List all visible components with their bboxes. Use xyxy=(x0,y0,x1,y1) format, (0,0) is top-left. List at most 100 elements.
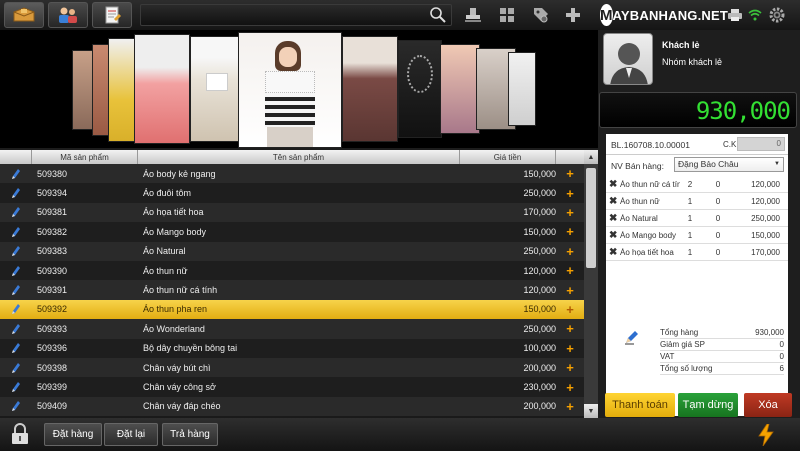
remove-item-icon[interactable]: ✖ xyxy=(606,247,620,258)
search-icon[interactable] xyxy=(429,6,447,24)
quick-action-button[interactable] xyxy=(758,423,774,448)
add-to-order-button[interactable]: + xyxy=(556,166,584,181)
header-code[interactable]: Mã sản phẩm xyxy=(32,150,138,164)
add-to-order-button[interactable]: + xyxy=(556,360,584,375)
product-image-carousel[interactable] xyxy=(0,30,598,148)
table-row[interactable]: 509381 Áo họa tiết hoa 170,000 + xyxy=(0,202,584,223)
order-item-qty[interactable]: 1 xyxy=(680,197,700,206)
table-row[interactable]: 509399 Chân váy công sở 230,000 + xyxy=(0,377,584,397)
edit-product-button[interactable] xyxy=(0,226,32,238)
delete-button[interactable]: Xóa xyxy=(744,393,792,417)
return-button[interactable]: Trả hàng xyxy=(162,423,218,446)
edit-product-button[interactable] xyxy=(0,284,32,296)
add-to-order-button[interactable]: + xyxy=(556,244,584,259)
order-item-qty[interactable]: 1 xyxy=(680,248,700,257)
order-item[interactable]: ✖ Áo Natural 1 0 250,000 xyxy=(606,210,788,227)
edit-product-button[interactable] xyxy=(0,303,32,315)
edit-product-button[interactable] xyxy=(0,400,32,412)
product-photo[interactable] xyxy=(440,44,480,134)
table-row[interactable]: 509394 Áo đuôi tôm 250,000 + xyxy=(0,183,584,203)
table-row[interactable]: 509409 Chân váy đáp chéo 200,000 + xyxy=(0,396,584,417)
edit-product-button[interactable] xyxy=(0,245,32,257)
table-row[interactable]: 509396 Bộ dây chuyền bông tai 100,000 + xyxy=(0,338,584,358)
remove-item-icon[interactable]: ✖ xyxy=(606,213,620,224)
order-item-discount[interactable]: 0 xyxy=(700,197,736,206)
product-photo[interactable] xyxy=(398,40,442,138)
orders-tab[interactable] xyxy=(92,2,132,28)
order-item-discount[interactable]: 0 xyxy=(700,231,736,240)
add-to-order-button[interactable]: + xyxy=(556,186,584,201)
add-to-order-button[interactable]: + xyxy=(556,263,584,278)
discount-input[interactable]: 0 xyxy=(737,137,785,151)
stamp-button[interactable] xyxy=(462,4,484,26)
table-row[interactable]: 509382 Áo Mango body 150,000 + xyxy=(0,222,584,242)
order-item-qty[interactable]: 1 xyxy=(680,214,700,223)
table-row[interactable]: 509393 Áo Wonderland 250,000 + xyxy=(0,319,584,339)
add-to-order-button[interactable]: + xyxy=(556,302,584,317)
product-photo[interactable] xyxy=(508,52,536,126)
order-item[interactable]: ✖ Áo Mango body 1 0 150,000 xyxy=(606,227,788,244)
product-photo[interactable] xyxy=(134,34,190,144)
pause-button[interactable]: Tạm dừng xyxy=(678,393,738,417)
order-item-discount[interactable]: 0 xyxy=(700,180,736,189)
customers-tab[interactable] xyxy=(48,2,88,28)
staff-select[interactable]: Đặng Bảo Châu ▼ xyxy=(674,157,784,172)
customer-name[interactable]: Khách lẻ xyxy=(662,40,700,50)
remove-item-icon[interactable]: ✖ xyxy=(606,196,620,207)
products-tab[interactable] xyxy=(4,2,44,28)
header-price[interactable]: Giá tiền xyxy=(460,150,556,164)
order-item-discount[interactable]: 0 xyxy=(700,248,736,257)
products-tab-icon xyxy=(13,7,35,22)
remove-item-icon[interactable]: ✖ xyxy=(606,230,620,241)
reset-button[interactable]: Đặt lại xyxy=(104,423,158,446)
grid-view-button[interactable] xyxy=(496,4,518,26)
tag-button[interactable] xyxy=(530,4,552,26)
order-item[interactable]: ✖ Áo họa tiết hoa 1 0 170,000 xyxy=(606,244,788,261)
product-search-input[interactable] xyxy=(141,5,421,25)
product-photo[interactable] xyxy=(342,36,398,142)
add-button[interactable] xyxy=(562,4,584,26)
order-item-qty[interactable]: 1 xyxy=(680,231,700,240)
order-item-qty[interactable]: 2 xyxy=(680,180,700,189)
product-photo[interactable] xyxy=(190,36,240,142)
product-photo-featured[interactable] xyxy=(238,32,342,148)
order-item[interactable]: ✖ Áo thun nữ 1 0 120,000 xyxy=(606,193,788,210)
remove-item-icon[interactable]: ✖ xyxy=(606,179,620,190)
place-order-button[interactable]: Đặt hàng xyxy=(44,423,102,446)
customer-avatar[interactable] xyxy=(603,33,653,85)
add-to-order-button[interactable]: + xyxy=(556,224,584,239)
edit-product-button[interactable] xyxy=(0,168,32,180)
edit-product-button[interactable] xyxy=(0,323,32,335)
order-item-discount[interactable]: 0 xyxy=(700,214,736,223)
edit-product-button[interactable] xyxy=(0,206,32,218)
table-scrollbar[interactable]: ▲ ▼ xyxy=(584,150,598,418)
pay-button[interactable]: Thanh toán xyxy=(605,393,675,417)
lock-button[interactable] xyxy=(10,423,30,447)
table-row[interactable]: 509390 Áo thun nữ 120,000 + xyxy=(0,261,584,281)
product-search-box[interactable] xyxy=(140,4,452,26)
edit-product-button[interactable] xyxy=(0,342,32,354)
add-to-order-button[interactable]: + xyxy=(556,205,584,220)
edit-product-button[interactable] xyxy=(0,187,32,199)
add-to-order-button[interactable]: + xyxy=(556,321,584,336)
edit-note-button[interactable] xyxy=(624,329,640,347)
edit-product-button[interactable] xyxy=(0,381,32,393)
settings-button[interactable] xyxy=(766,4,788,26)
table-row[interactable]: 509392 Áo thun pha ren 150,000 + xyxy=(0,299,584,320)
scroll-down-arrow[interactable]: ▼ xyxy=(584,404,598,418)
header-name[interactable]: Tên sản phẩm xyxy=(138,150,460,164)
scroll-thumb[interactable] xyxy=(586,168,596,268)
scroll-up-arrow[interactable]: ▲ xyxy=(584,150,598,164)
add-to-order-button[interactable]: + xyxy=(556,399,584,414)
edit-product-button[interactable] xyxy=(0,362,32,374)
table-row[interactable]: 509398 Chân váy bút chì 200,000 + xyxy=(0,358,584,378)
add-to-order-button[interactable]: + xyxy=(556,341,584,356)
edit-product-button[interactable] xyxy=(0,265,32,277)
add-to-order-button[interactable]: + xyxy=(556,380,584,395)
table-row[interactable]: 509391 Áo thun nữ cá tính 120,000 + xyxy=(0,280,584,300)
table-row[interactable]: 509380 Áo body kẻ ngang 150,000 + xyxy=(0,164,584,184)
order-item[interactable]: ✖ Áo thun nữ cá tính 2 0 120,000 xyxy=(606,176,788,193)
print-button[interactable] xyxy=(724,4,746,26)
add-to-order-button[interactable]: + xyxy=(556,283,584,298)
table-row[interactable]: 509383 Áo Natural 250,000 + xyxy=(0,241,584,261)
